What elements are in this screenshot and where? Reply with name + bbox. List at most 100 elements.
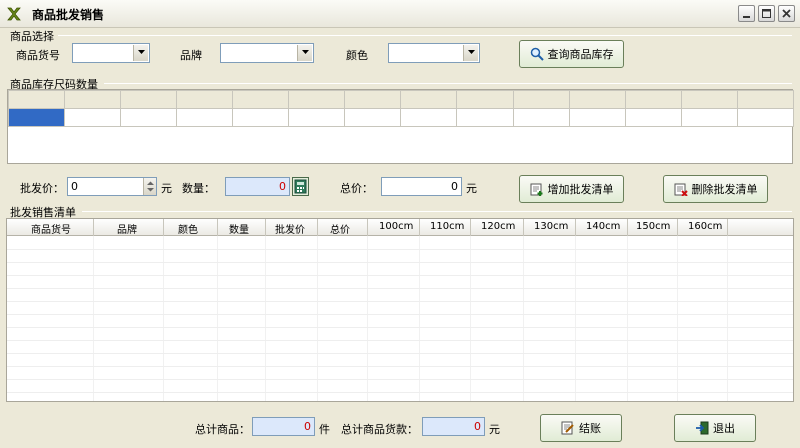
grid-cell[interactable] — [120, 108, 178, 127]
grid-cell[interactable] — [680, 108, 738, 127]
color-label: 颜色 — [346, 49, 368, 62]
col-header-120cm[interactable]: 120cm — [481, 221, 515, 232]
sales-list-header: 商品货号 品牌 颜色 数量 批发价 总价 100cm 110cm 120cm 1… — [7, 219, 793, 236]
checkout-icon — [561, 421, 574, 435]
total-label: 总价： — [340, 182, 373, 195]
brand-select[interactable] — [220, 43, 314, 63]
col-header-color[interactable]: 颜色 — [178, 221, 198, 236]
grid-cell[interactable] — [736, 90, 795, 109]
exit-icon — [696, 421, 709, 435]
col-header-qty[interactable]: 数量 — [229, 221, 249, 236]
dropdown-arrow-icon[interactable] — [463, 45, 478, 61]
section-divider — [104, 83, 792, 84]
grid-cell[interactable] — [568, 90, 626, 109]
close-button[interactable] — [778, 5, 795, 22]
grid-cell[interactable] — [232, 90, 290, 109]
exit-button[interactable]: 退出 — [674, 414, 756, 442]
grid-cell[interactable] — [63, 90, 122, 109]
grid-cell[interactable] — [344, 90, 402, 109]
query-stock-button[interactable]: 查询商品库存 — [519, 40, 624, 68]
stock-size-grid[interactable] — [7, 89, 795, 164]
qty-label: 数量： — [182, 182, 215, 195]
grid-cell[interactable] — [63, 108, 122, 127]
col-header-100cm[interactable]: 100cm — [379, 221, 413, 232]
grid-cell[interactable] — [680, 90, 738, 109]
total-amount-field: 0 — [422, 417, 485, 436]
qty-input[interactable]: 0 — [225, 177, 290, 196]
price-value: 0 — [71, 180, 78, 193]
grid-cell[interactable] — [288, 90, 346, 109]
checkout-button[interactable]: 结账 — [540, 414, 622, 442]
brand-label: 品牌 — [180, 49, 202, 62]
grid-cell[interactable] — [456, 108, 514, 127]
total-goods-label: 总计商品： — [195, 423, 250, 436]
price-spinner[interactable] — [143, 178, 156, 195]
grid-cell[interactable] — [568, 108, 626, 127]
grid-cell[interactable] — [288, 108, 346, 127]
col-header-110cm[interactable]: 110cm — [430, 221, 464, 232]
total-input[interactable]: 0 — [381, 177, 462, 196]
total-goods-field: 0 — [252, 417, 315, 436]
add-list-icon — [530, 183, 542, 196]
delete-list-icon — [674, 183, 688, 196]
grid-cell[interactable] — [8, 90, 65, 109]
grid-cell[interactable] — [512, 90, 570, 109]
item-no-select[interactable] — [72, 43, 150, 63]
grid-cell[interactable] — [232, 108, 290, 127]
col-header-150cm[interactable]: 150cm — [636, 221, 670, 232]
stock-grid-data-row — [8, 108, 795, 127]
section-divider — [58, 35, 792, 36]
search-icon — [530, 47, 544, 61]
grid-cell[interactable] — [624, 108, 682, 127]
grid-cell[interactable] — [120, 90, 178, 109]
grid-cell[interactable] — [176, 108, 234, 127]
app-logo-icon — [6, 6, 22, 22]
col-header-item-no[interactable]: 商品货号 — [31, 221, 71, 236]
window-title: 商品批发销售 — [32, 8, 105, 22]
sales-list-table[interactable]: 商品货号 品牌 颜色 数量 批发价 总价 100cm 110cm 120cm 1… — [6, 218, 794, 402]
maximize-icon — [762, 9, 771, 18]
grid-cell-selected[interactable] — [8, 108, 65, 127]
spinner-icon — [147, 181, 154, 192]
grid-cell[interactable] — [400, 90, 458, 109]
title-bar[interactable]: 商品批发销售 — [0, 0, 800, 28]
checkout-label: 结账 — [579, 422, 601, 435]
item-no-label: 商品货号 — [16, 49, 60, 62]
stock-grid-header-row — [8, 90, 795, 109]
col-header-total[interactable]: 总价 — [330, 221, 350, 236]
col-header-130cm[interactable]: 130cm — [534, 221, 568, 232]
col-header-140cm[interactable]: 140cm — [586, 221, 620, 232]
color-select[interactable] — [388, 43, 480, 63]
price-unit: 元 — [161, 182, 172, 195]
delete-from-list-label: 删除批发清单 — [691, 183, 758, 196]
col-header-brand[interactable]: 品牌 — [117, 221, 137, 236]
total-amount-value: 0 — [474, 420, 481, 433]
minimize-button[interactable] — [738, 5, 755, 22]
close-icon — [782, 9, 791, 18]
grid-cell[interactable] — [624, 90, 682, 109]
grid-cell[interactable] — [400, 108, 458, 127]
grid-cell[interactable] — [512, 108, 570, 127]
add-to-list-button[interactable]: 增加批发清单 — [519, 175, 624, 203]
exit-label: 退出 — [713, 422, 735, 435]
maximize-button[interactable] — [758, 5, 775, 22]
grid-cell[interactable] — [456, 90, 514, 109]
calculator-button[interactable] — [292, 177, 309, 196]
qty-value: 0 — [279, 180, 286, 193]
dropdown-arrow-icon[interactable] — [297, 45, 312, 61]
col-header-price[interactable]: 批发价 — [275, 221, 305, 236]
col-header-160cm[interactable]: 160cm — [688, 221, 722, 232]
total-amount-unit: 元 — [489, 423, 500, 436]
total-amount-label: 总计商品货款： — [341, 423, 418, 436]
add-to-list-label: 增加批发清单 — [547, 183, 614, 196]
grid-cell[interactable] — [176, 90, 234, 109]
product-select-section-label: 商品选择 — [10, 30, 54, 43]
stock-grid-table — [8, 90, 795, 127]
query-stock-label: 查询商品库存 — [547, 48, 614, 61]
total-goods-value: 0 — [304, 420, 311, 433]
delete-from-list-button[interactable]: 删除批发清单 — [663, 175, 768, 203]
dropdown-arrow-icon[interactable] — [133, 45, 148, 61]
grid-cell[interactable] — [344, 108, 402, 127]
grid-cell[interactable] — [736, 108, 795, 127]
calculator-icon — [294, 179, 307, 194]
